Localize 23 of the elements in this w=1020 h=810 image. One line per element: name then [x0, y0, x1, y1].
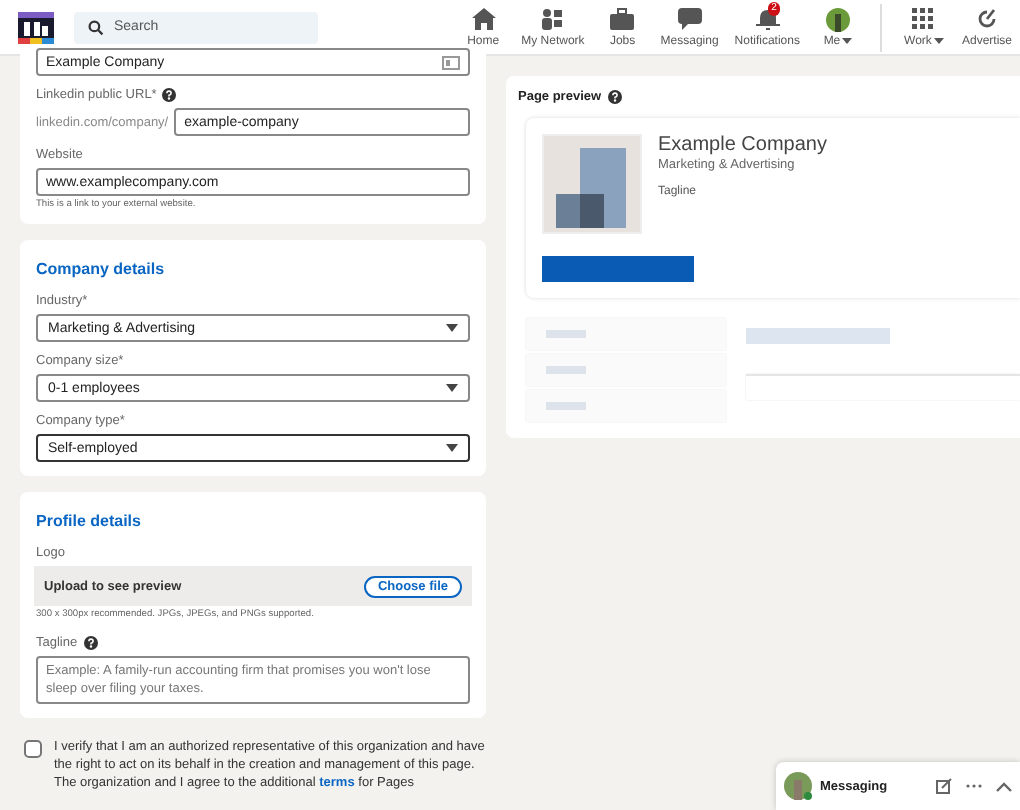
- avatar-icon: [784, 772, 812, 800]
- help-icon: [607, 90, 622, 104]
- home-icon: [471, 8, 496, 30]
- placeholder-bar: [746, 328, 890, 344]
- briefcase-icon: [610, 8, 635, 30]
- section-title: Profile details: [36, 512, 143, 530]
- id-card-icon: [442, 55, 460, 69]
- people-icon: [540, 8, 565, 30]
- help-icon: [83, 636, 98, 650]
- logo-icon[interactable]: [18, 11, 54, 43]
- compose-icon[interactable]: [936, 778, 952, 794]
- building-icon: [542, 134, 642, 234]
- caret-icon: [446, 324, 458, 332]
- help-icon: [162, 88, 177, 102]
- checkbox[interactable]: [24, 740, 42, 758]
- caret-icon: [446, 444, 458, 452]
- avatar-icon: [825, 7, 850, 31]
- caret-icon: [446, 384, 458, 392]
- grid-icon: [912, 8, 935, 30]
- chevron-up-icon[interactable]: [996, 781, 1012, 791]
- company-name: Example Company: [658, 134, 827, 156]
- section-title: Company details: [36, 260, 167, 278]
- chat-icon: [677, 8, 702, 30]
